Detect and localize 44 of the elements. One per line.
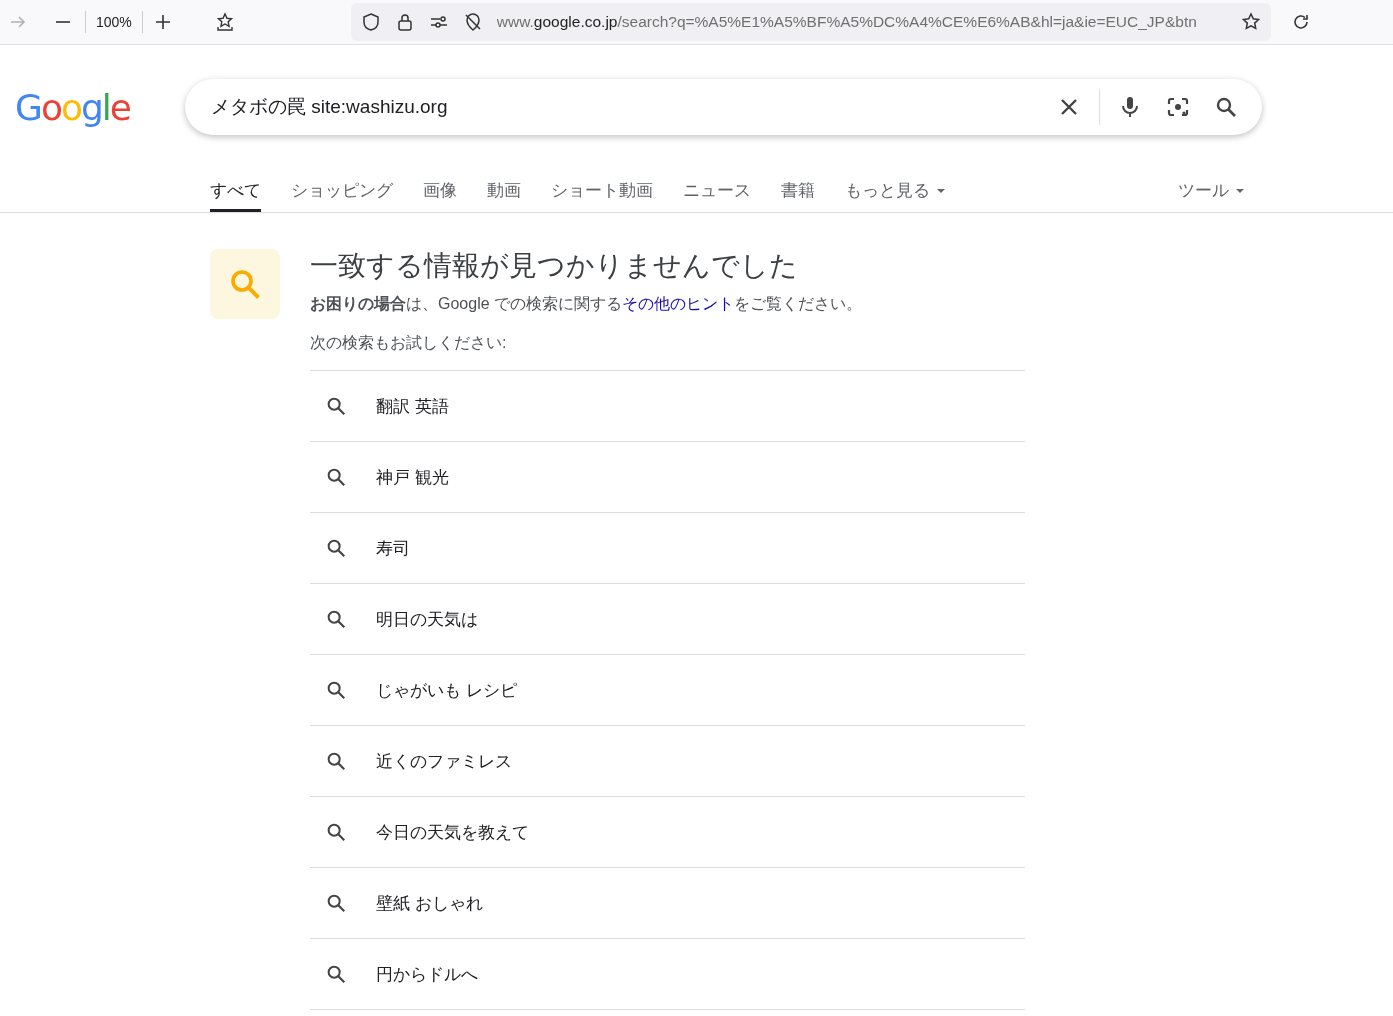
location-off-icon[interactable] (462, 12, 483, 32)
search-tab[interactable]: すべて (210, 169, 261, 212)
search-tab[interactable]: ショッピング (291, 169, 393, 212)
address-bar[interactable]: www.google.co.jp/search?q=%A5%E1%A5%BF%A5%DC%A4%CE%E6%AB&hl=ja&ie=EUC_JP&btn (350, 3, 1271, 41)
search-field[interactable]: メタボの罠 site:washizu.org (185, 79, 1262, 135)
try-label: 次の検索もお試しください: (310, 333, 508, 353)
camera-lens-icon[interactable] (1166, 95, 1190, 119)
help-text: お困りの場合は、Google での検索に関するその他のヒント をご覧ください。 (310, 294, 864, 314)
no-results-heading: 一致する情報が見つかりませんでした (310, 249, 799, 283)
hints-link[interactable]: その他のヒント (622, 295, 735, 312)
search-icon (325, 466, 347, 488)
shield-icon[interactable] (360, 12, 381, 32)
search-icon[interactable] (1214, 95, 1238, 119)
google-logo[interactable]: Google (15, 86, 133, 128)
caret-icon (936, 187, 946, 194)
search-tab[interactable]: 画像 (423, 169, 457, 212)
search-tab[interactable]: ニュース (683, 169, 751, 212)
suggestion-item[interactable]: 明日の天気は (310, 584, 1025, 655)
search-icon (325, 395, 347, 417)
search-tab[interactable]: 書籍 (781, 169, 815, 212)
search-icon (325, 963, 347, 985)
suggestion-item[interactable]: 壁紙 おしゃれ (310, 868, 1025, 939)
suggestion-item[interactable]: じゃがいも レシピ (310, 655, 1025, 726)
search-tab[interactable]: ショート動画 (551, 169, 653, 212)
suggestion-item[interactable]: 円からドルへ (310, 939, 1025, 1010)
zoom-level[interactable]: 100% (96, 14, 132, 30)
caret-icon (1235, 187, 1245, 194)
bookmark-star-icon[interactable] (1240, 12, 1261, 32)
suggestion-item[interactable]: 寿司 (310, 513, 1025, 584)
search-icon (325, 750, 347, 772)
suggestion-item[interactable]: 今日の天気を教えて (310, 797, 1025, 868)
search-icon (325, 537, 347, 559)
search-icon (325, 608, 347, 630)
suggestion-item[interactable]: 近くのファミレス (310, 726, 1025, 797)
tools-menu[interactable]: ツール (1178, 169, 1245, 212)
suggestion-item[interactable]: 翻訳 英語 (310, 371, 1025, 442)
bookmark-star-icon[interactable] (214, 12, 235, 32)
search-tab[interactable]: 動画 (487, 169, 521, 212)
search-icon (325, 892, 347, 914)
search-icon (325, 679, 347, 701)
url-text[interactable]: www.google.co.jp/search?q=%A5%E1%A5%BF%A5%DC%A4%CE%E6%AB&hl=ja&ie=EUC_JP&btn (496, 13, 1233, 31)
search-tab[interactable]: もっと見る (845, 169, 946, 212)
suggestion-item[interactable]: 神戸 観光 (310, 442, 1025, 513)
search-icon (325, 821, 347, 843)
